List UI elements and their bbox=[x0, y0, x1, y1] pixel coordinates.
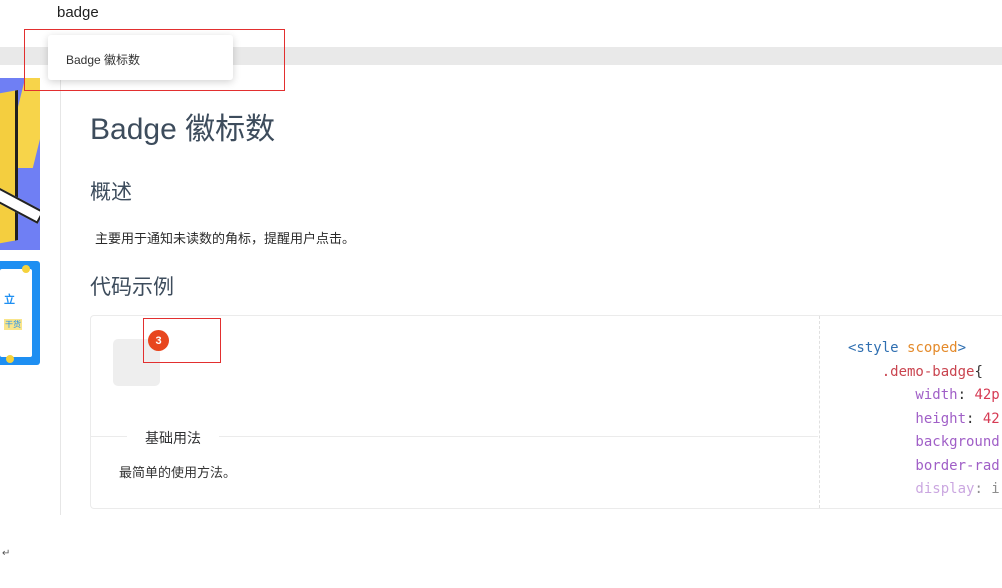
demo-meta-title: 基础用法 bbox=[127, 428, 219, 448]
code-line: background bbox=[848, 431, 1000, 455]
code-token: 42 bbox=[982, 410, 1000, 427]
code-line: <style scoped> bbox=[848, 337, 1000, 361]
promo-banner-illustration[interactable] bbox=[0, 78, 40, 250]
banner-card-tag: 干货 bbox=[4, 319, 22, 330]
code-token: : bbox=[966, 410, 983, 427]
banner-card-text: 立 bbox=[4, 294, 15, 306]
code-token: 42p bbox=[974, 387, 1000, 403]
page-title: Badge 徽标数 bbox=[90, 113, 276, 146]
banner-dot bbox=[6, 355, 14, 363]
code-sample[interactable]: <style scoped> .demo-badge{ width: 42p h… bbox=[848, 337, 1000, 502]
examples-heading: 代码示例 bbox=[90, 276, 174, 299]
code-line: width: 42p bbox=[848, 384, 1000, 408]
annotation-highlight-box bbox=[143, 318, 221, 363]
code-token: width bbox=[848, 387, 958, 403]
code-line: border-rad bbox=[848, 455, 1000, 479]
code-line: .demo-badge{ bbox=[848, 361, 1000, 385]
demo-meta-description: 最简单的使用方法。 bbox=[119, 465, 237, 480]
code-token: > bbox=[957, 340, 967, 356]
search-query-text[interactable]: badge bbox=[57, 4, 99, 21]
code-token: : bbox=[957, 387, 975, 403]
return-mark: ↵ bbox=[2, 548, 11, 559]
code-token: border-rad bbox=[848, 457, 1000, 474]
banner-card-body: 立 干货 bbox=[0, 269, 32, 357]
code-token: scoped bbox=[907, 340, 958, 356]
code-token: display bbox=[848, 481, 975, 497]
banner-shape bbox=[0, 90, 18, 244]
code-token: { bbox=[974, 363, 983, 380]
code-token: background bbox=[848, 434, 1000, 450]
code-token: <style bbox=[848, 340, 908, 356]
annotation-highlight-box bbox=[24, 29, 285, 91]
code-line: height: 42 bbox=[848, 408, 1000, 432]
code-token: .demo-badge bbox=[848, 363, 975, 380]
code-token: i bbox=[991, 481, 1000, 497]
banner-dot bbox=[22, 265, 30, 273]
code-line: display: i bbox=[848, 478, 1000, 502]
overview-text: 主要用于通知未读数的角标，提醒用户点击。 bbox=[95, 231, 356, 246]
code-token: height bbox=[848, 410, 967, 427]
code-divider bbox=[819, 316, 820, 508]
sidebar-divider bbox=[60, 65, 61, 515]
promo-banner-card[interactable]: 立 干货 bbox=[0, 261, 40, 365]
code-token: : bbox=[974, 481, 992, 497]
overview-heading: 概述 bbox=[90, 181, 132, 204]
demo-block: 3 基础用法 最简单的使用方法。 <style scoped> .demo-ba… bbox=[90, 315, 1002, 509]
